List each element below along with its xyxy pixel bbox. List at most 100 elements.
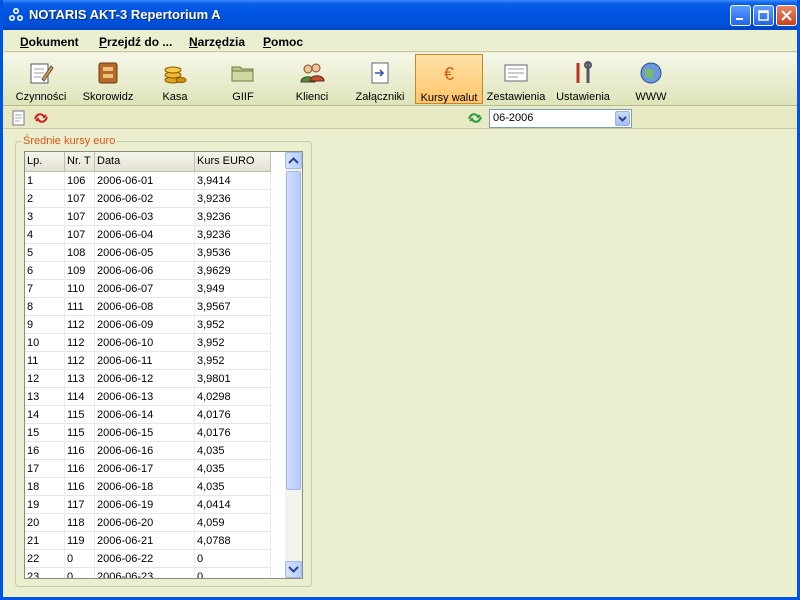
- table-header: Lp. Nr. T Data Kurs EURO: [25, 152, 271, 172]
- table-row[interactable]: 7 110 2006-06-07 3,949: [25, 280, 271, 298]
- table-cell: 2006-06-09: [95, 316, 195, 334]
- table-row[interactable]: 9 112 2006-06-09 3,952: [25, 316, 271, 334]
- table-row[interactable]: 2 107 2006-06-02 3,9236: [25, 190, 271, 208]
- table-cell: 19: [25, 496, 65, 514]
- table-cell: 4,035: [195, 478, 271, 496]
- table-row[interactable]: 15 115 2006-06-15 4,0176: [25, 424, 271, 442]
- menu-pomoc[interactable]: Pomoc: [263, 35, 303, 49]
- table-cell: 3,9629: [195, 262, 271, 280]
- table-cell: 2: [25, 190, 65, 208]
- table-row[interactable]: 18 116 2006-06-18 4,035: [25, 478, 271, 496]
- scroll-thumb[interactable]: [286, 171, 301, 490]
- table-cell: 22: [25, 550, 65, 568]
- table-cell: 116: [65, 478, 95, 496]
- table-row[interactable]: 23 0 2006-06-23 0: [25, 568, 271, 578]
- tool-zestawienia-button[interactable]: Zestawienia: [485, 54, 547, 104]
- chevron-down-icon: [288, 566, 299, 573]
- tool-ustawienia-button[interactable]: Ustawienia: [553, 54, 613, 104]
- close-button[interactable]: [776, 5, 797, 26]
- table-cell: 6: [25, 262, 65, 280]
- table-cell: 2006-06-01: [95, 172, 195, 190]
- table-cell: 0: [65, 550, 95, 568]
- table-cell: 114: [65, 388, 95, 406]
- table-row[interactable]: 17 116 2006-06-17 4,035: [25, 460, 271, 478]
- scroll-down-button[interactable]: [285, 561, 302, 578]
- tool-kasa-button[interactable]: Kasa: [145, 54, 205, 104]
- attachment-icon: [371, 62, 389, 84]
- table-row[interactable]: 21 119 2006-06-21 4,0788: [25, 532, 271, 550]
- scroll-up-button[interactable]: [285, 152, 302, 169]
- maximize-button[interactable]: [753, 5, 774, 26]
- menu-bar: Dokument Przejdź do ... Narzędzia Pomoc: [3, 30, 797, 52]
- table-row[interactable]: 1 106 2006-06-01 3,9414: [25, 172, 271, 190]
- chevron-down-icon[interactable]: [615, 111, 630, 126]
- table-row[interactable]: 16 116 2006-06-16 4,035: [25, 442, 271, 460]
- table-cell: 5: [25, 244, 65, 262]
- refresh-green-icon[interactable]: [467, 110, 483, 126]
- table-cell: 4,0788: [195, 532, 271, 550]
- table-body: 1 106 2006-06-01 3,9414 2 107 2006-06-02 3,9236…: [25, 172, 271, 578]
- refresh-red-icon[interactable]: [33, 110, 49, 126]
- table-cell: 17: [25, 460, 65, 478]
- tool-czynnosci-button[interactable]: Czynności: [11, 54, 71, 104]
- minimize-button[interactable]: [730, 5, 751, 26]
- table-cell: 2006-06-22: [95, 550, 195, 568]
- table-row[interactable]: 14 115 2006-06-14 4,0176: [25, 406, 271, 424]
- table-cell: 4,035: [195, 460, 271, 478]
- table-cell: 116: [65, 460, 95, 478]
- euro-icon: €: [444, 64, 454, 84]
- tool-zalaczniki-button[interactable]: Załączniki: [349, 54, 411, 104]
- tool-klienci-button[interactable]: Klienci: [281, 54, 343, 104]
- tool-skorowidz-button[interactable]: Skorowidz: [77, 54, 139, 104]
- column-data[interactable]: Data: [95, 152, 195, 172]
- column-kurs-euro[interactable]: Kurs EURO: [195, 152, 271, 172]
- table-cell: 3,9801: [195, 370, 271, 388]
- tool-giif-button[interactable]: GIIF: [213, 54, 273, 104]
- table-row[interactable]: 3 107 2006-06-03 3,9236: [25, 208, 271, 226]
- main-toolbar: Czynności Skorowidz Kasa GIIF Klienci Za…: [3, 53, 797, 106]
- tool-kursy-walut-button[interactable]: € Kursy walut: [415, 54, 483, 104]
- table-row[interactable]: 19 117 2006-06-19 4,0414: [25, 496, 271, 514]
- table-cell: 107: [65, 190, 95, 208]
- table-cell: 2006-06-10: [95, 334, 195, 352]
- table-row[interactable]: 6 109 2006-06-06 3,9629: [25, 262, 271, 280]
- table-cell: 14: [25, 406, 65, 424]
- table-cell: 3,952: [195, 316, 271, 334]
- table-cell: 9: [25, 316, 65, 334]
- table-cell: 15: [25, 424, 65, 442]
- table-row[interactable]: 8 111 2006-06-08 3,9567: [25, 298, 271, 316]
- table-row[interactable]: 13 114 2006-06-13 4,0298: [25, 388, 271, 406]
- menu-narzedzia[interactable]: Narzędzia: [189, 35, 245, 49]
- table-cell: 4,0298: [195, 388, 271, 406]
- table-cell: 2006-06-23: [95, 568, 195, 578]
- table-cell: 113: [65, 370, 95, 388]
- table-cell: 115: [65, 406, 95, 424]
- month-select[interactable]: 06-2006: [489, 109, 632, 128]
- menu-dokument[interactable]: Dokument: [20, 35, 79, 49]
- title-bar[interactable]: NOTARIS AKT-3 Repertorium A: [3, 0, 797, 30]
- column-lp[interactable]: Lp.: [25, 152, 65, 172]
- euro-rates-table[interactable]: Lp. Nr. T Data Kurs EURO 1 106 2006-06-01 3…: [24, 151, 303, 579]
- menu-przejdz-do[interactable]: Przejdź do ...: [99, 35, 172, 49]
- table-row[interactable]: 10 112 2006-06-10 3,952: [25, 334, 271, 352]
- table-cell: 3,949: [195, 280, 271, 298]
- table-row[interactable]: 11 112 2006-06-11 3,952: [25, 352, 271, 370]
- table-cell: 12: [25, 370, 65, 388]
- table-row[interactable]: 22 0 2006-06-22 0: [25, 550, 271, 568]
- window-title: NOTARIS AKT-3 Repertorium A: [29, 7, 221, 22]
- report-icon: [504, 64, 528, 82]
- table-cell: 21: [25, 532, 65, 550]
- document-icon[interactable]: [11, 110, 27, 126]
- table-row[interactable]: 12 113 2006-06-12 3,9801: [25, 370, 271, 388]
- table-cell: 0: [65, 568, 95, 578]
- table-row[interactable]: 5 108 2006-06-05 3,9536: [25, 244, 271, 262]
- table-row[interactable]: 20 118 2006-06-20 4,059: [25, 514, 271, 532]
- table-cell: 23: [25, 568, 65, 578]
- column-nr-t[interactable]: Nr. T: [65, 152, 95, 172]
- table-cell: 2006-06-02: [95, 190, 195, 208]
- table-row[interactable]: 4 107 2006-06-04 3,9236: [25, 226, 271, 244]
- vertical-scrollbar[interactable]: [285, 152, 302, 578]
- tool-www-button[interactable]: WWW: [621, 54, 681, 104]
- table-cell: 106: [65, 172, 95, 190]
- table-cell: 3,9236: [195, 190, 271, 208]
